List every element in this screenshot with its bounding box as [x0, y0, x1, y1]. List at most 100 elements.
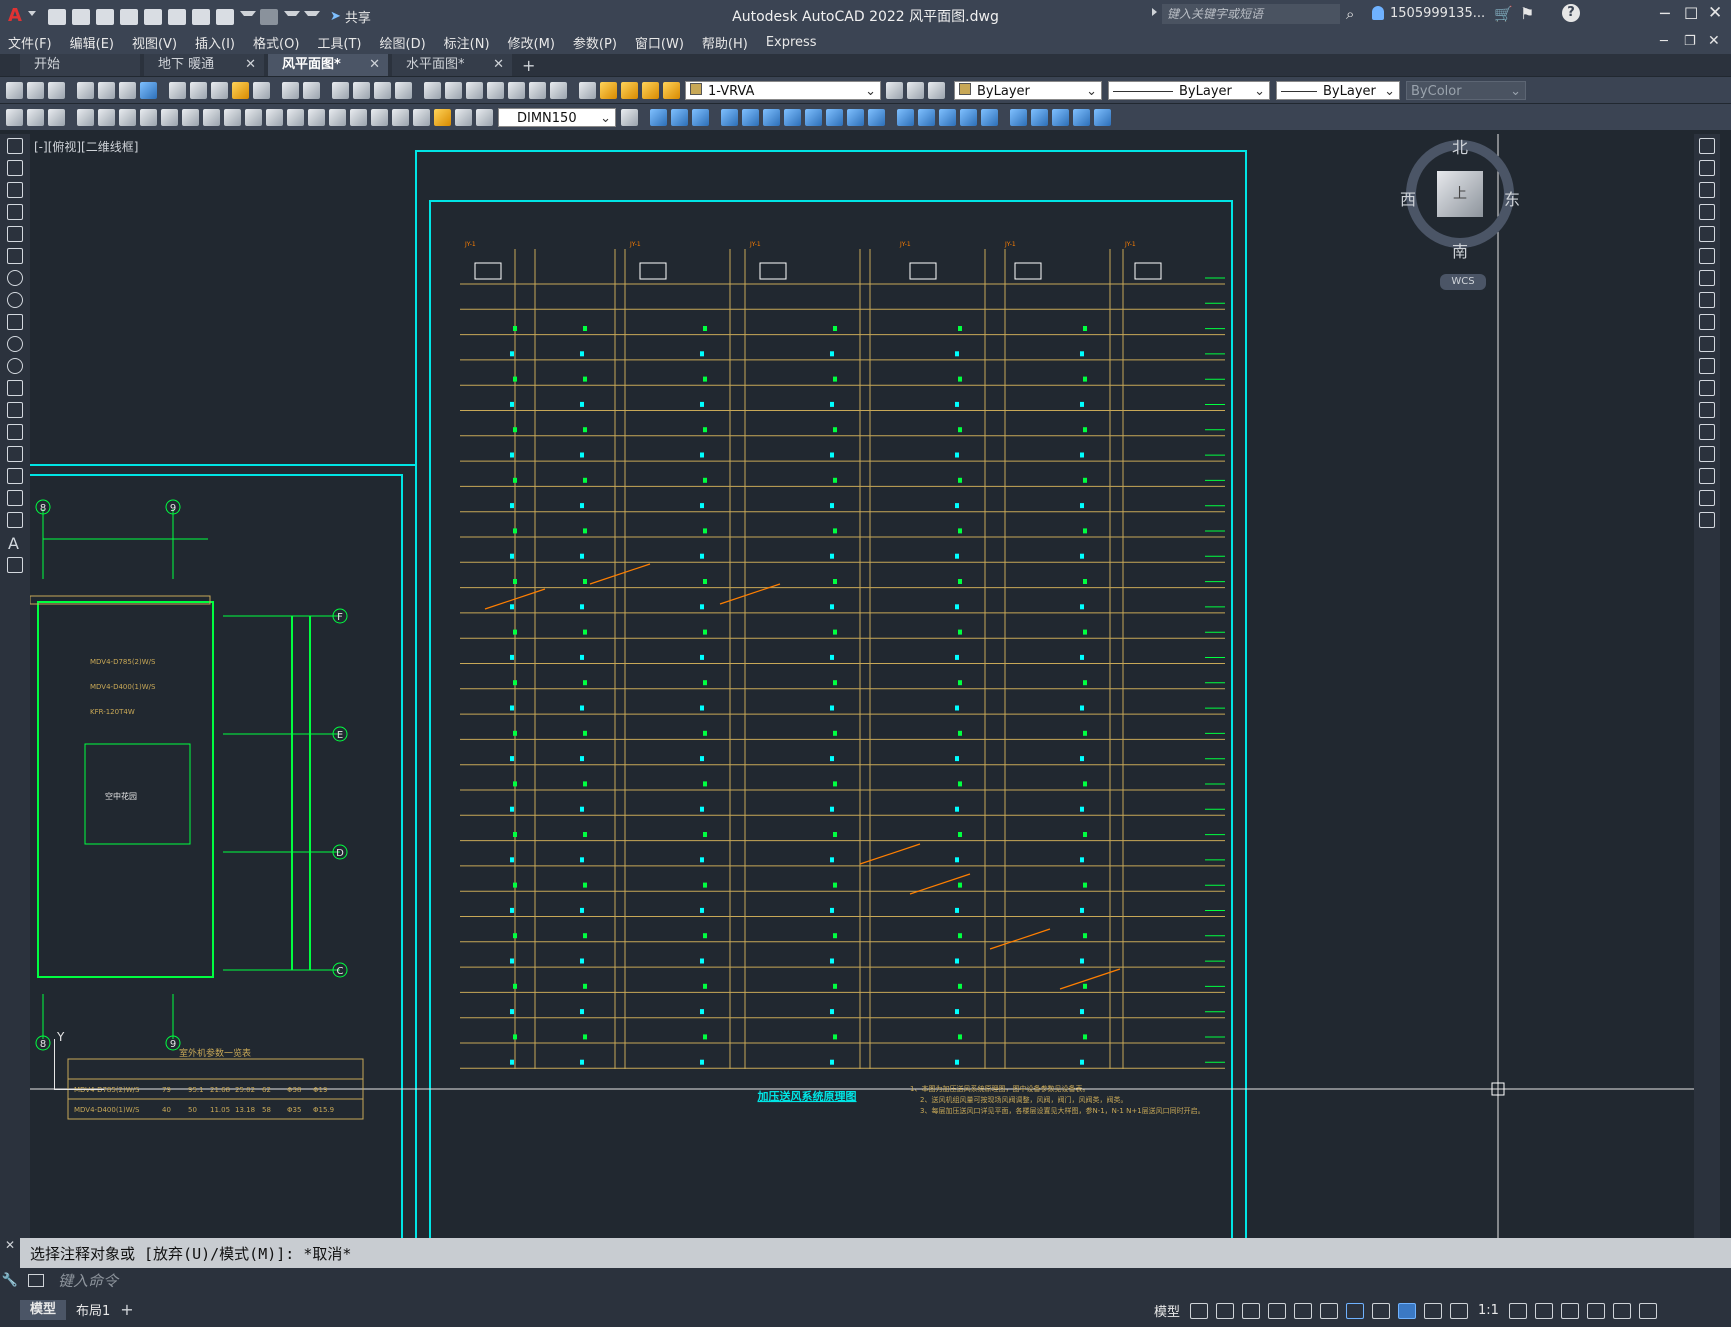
move-icon[interactable] [1699, 248, 1715, 264]
isodraft-icon[interactable] [1294, 1302, 1313, 1319]
tab-layout1[interactable]: 布局1 [66, 1300, 120, 1319]
properties-icon[interactable] [424, 81, 441, 99]
close-icon[interactable]: ✕ [1708, 3, 1722, 23]
insert-block-icon[interactable] [1010, 108, 1027, 126]
layer-match-icon[interactable] [928, 81, 945, 99]
save-as-icon[interactable] [120, 8, 138, 25]
zoom-realtime-icon[interactable] [353, 81, 370, 99]
command-close-icon[interactable]: ✕ [0, 1238, 20, 1268]
add-selected-icon[interactable] [7, 557, 23, 573]
break-at-point-icon[interactable] [1699, 380, 1715, 396]
multileader-icon[interactable] [27, 108, 44, 126]
continue-dim-icon[interactable] [287, 108, 304, 126]
polyline-icon[interactable] [7, 182, 23, 198]
dimstyle-manager-icon[interactable] [621, 108, 638, 126]
viewcube-north[interactable]: 北 [1452, 134, 1468, 158]
offset-icon[interactable] [1699, 204, 1715, 220]
menu-draw[interactable]: 绘图(D) [380, 33, 426, 52]
add-layout-icon[interactable]: + [120, 1300, 133, 1319]
dimstyle-dropdown[interactable]: DIMN150 ⌄ [498, 107, 616, 127]
menu-format[interactable]: 格式(O) [253, 33, 299, 52]
trim-icon[interactable] [847, 108, 864, 126]
save-icon[interactable] [96, 8, 114, 25]
customize-qat-icon[interactable] [304, 11, 320, 22]
circle-icon[interactable] [7, 270, 23, 286]
hatch-icon[interactable] [7, 446, 23, 462]
make-block-icon[interactable] [7, 402, 23, 418]
ortho-icon[interactable] [1242, 1302, 1261, 1319]
3d-dwf-icon[interactable] [140, 81, 157, 99]
angular-dim-icon[interactable] [224, 108, 241, 126]
search-expand-icon[interactable] [1152, 8, 1157, 16]
paste-icon[interactable] [211, 81, 228, 99]
blend-curves-icon[interactable] [1699, 490, 1715, 506]
open-web-icon[interactable] [144, 8, 162, 25]
cut-icon[interactable] [169, 81, 186, 99]
menu-insert[interactable]: 插入(I) [195, 33, 235, 52]
save-web-icon[interactable] [168, 8, 186, 25]
menu-view[interactable]: 视图(V) [132, 33, 177, 52]
minimize-icon[interactable]: ─ [1660, 4, 1670, 23]
doc-restore-icon[interactable]: ❐ [1684, 34, 1696, 49]
plot-icon[interactable] [77, 81, 94, 99]
dim-edit-icon[interactable] [434, 108, 451, 126]
baseline-dim-icon[interactable] [266, 108, 283, 126]
isolate-objects-icon[interactable] [1612, 1302, 1631, 1319]
customization-icon[interactable] [1638, 1302, 1657, 1319]
design-center-icon[interactable] [445, 81, 462, 99]
join-icon[interactable] [918, 108, 935, 126]
command-input[interactable]: 键入命令 [58, 1270, 118, 1291]
redo-chevron-icon[interactable] [284, 11, 300, 22]
jogged-dim-icon[interactable] [182, 108, 199, 126]
arc-length-icon[interactable] [119, 108, 136, 126]
chamfer-icon[interactable] [1699, 446, 1715, 462]
erase-icon[interactable] [1699, 138, 1715, 154]
mirror-icon[interactable] [1699, 182, 1715, 198]
menu-modify[interactable]: 修改(M) [508, 33, 555, 52]
menu-tools[interactable]: 工具(T) [317, 33, 361, 52]
undo-chevron-icon[interactable] [240, 11, 256, 22]
arc-icon[interactable] [7, 248, 23, 264]
break-icon[interactable] [1699, 402, 1715, 418]
point-icon[interactable] [1052, 108, 1069, 126]
inspect-icon[interactable] [392, 108, 409, 126]
command-line[interactable]: 🔧 键入命令 [0, 1268, 1731, 1292]
layer-on-icon[interactable] [600, 81, 617, 99]
move-icon[interactable] [763, 108, 780, 126]
gradient-icon[interactable] [7, 468, 23, 484]
units-icon[interactable] [1560, 1302, 1579, 1319]
dim-update-icon[interactable] [476, 108, 493, 126]
menu-help[interactable]: 帮助(H) [702, 33, 748, 52]
user-icon[interactable] [1372, 6, 1384, 20]
search-input-box[interactable]: 键入关键字或短语 [1162, 4, 1340, 24]
user-name[interactable]: 1505999135... [1390, 6, 1485, 21]
tab-close-icon[interactable]: ✕ [369, 54, 380, 76]
tab-wind-plan[interactable]: 风平面图* ✕ [268, 54, 388, 76]
region-icon[interactable] [1094, 108, 1111, 126]
snap-icon[interactable] [1216, 1302, 1235, 1319]
rotate-icon[interactable] [784, 108, 801, 126]
center-mark-icon[interactable] [371, 108, 388, 126]
copy-icon[interactable] [190, 81, 207, 99]
viewcube-south[interactable]: 南 [1452, 238, 1468, 262]
annotation-scale-icon[interactable] [1450, 1302, 1469, 1319]
undo-icon[interactable] [282, 81, 299, 99]
layer-dropdown[interactable]: 1-VRVA ⌄ [685, 80, 881, 100]
viewcube-top-face[interactable]: 上 [1437, 171, 1483, 217]
array-icon[interactable] [1699, 226, 1715, 242]
linetype-dropdown[interactable]: ByLayer ⌄ [1108, 80, 1270, 100]
break-icon[interactable] [897, 108, 914, 126]
spline-icon[interactable] [7, 314, 23, 330]
wcs-menu[interactable]: WCS [1440, 274, 1486, 290]
match-properties-icon[interactable] [232, 81, 249, 99]
tab-close-icon[interactable]: ✕ [245, 54, 256, 76]
search-icon[interactable]: ⌕ [1346, 5, 1354, 23]
mirror-icon[interactable] [692, 108, 709, 126]
mtext-icon[interactable]: A [8, 534, 22, 553]
markup-icon[interactable] [508, 81, 525, 99]
make-block-icon[interactable] [1031, 108, 1048, 126]
qdim-icon[interactable] [6, 108, 23, 126]
viewcube-west[interactable]: 西 [1400, 186, 1416, 210]
radius-dim-icon[interactable] [161, 108, 178, 126]
lineweight-dropdown[interactable]: ByLayer ⌄ [1276, 80, 1400, 100]
